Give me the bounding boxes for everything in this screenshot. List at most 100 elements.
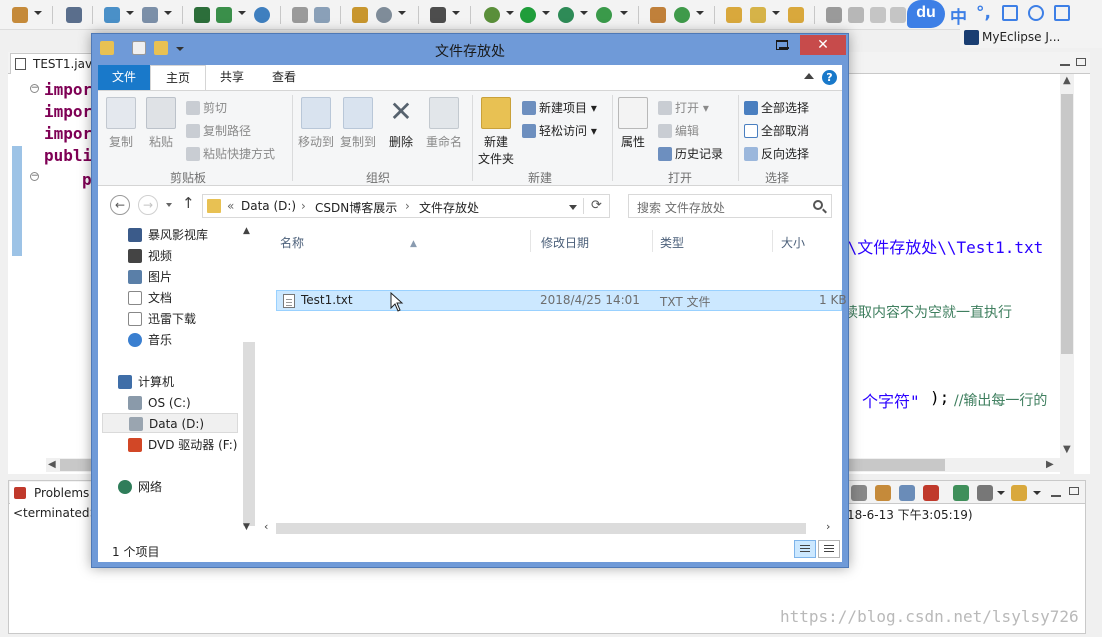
large-icons-view-button[interactable] bbox=[818, 540, 840, 558]
scroll-left-icon[interactable]: ‹ bbox=[264, 520, 268, 533]
nav-item-documents[interactable]: 文档 bbox=[128, 288, 172, 308]
perspective-switcher[interactable]: MyEclipse J... bbox=[960, 28, 1102, 48]
console-maximize-icon[interactable] bbox=[1069, 487, 1079, 495]
address-separator[interactable]: › bbox=[301, 199, 306, 213]
address-segment-drive[interactable]: Data (D:) bbox=[241, 199, 296, 213]
address-segment-folder[interactable]: 文件存放处 bbox=[419, 199, 479, 216]
search-input[interactable]: 搜索 文件存放处 bbox=[637, 199, 725, 216]
web-caret[interactable] bbox=[398, 11, 406, 15]
image-icon[interactable] bbox=[314, 7, 330, 23]
edit-button[interactable]: 编辑 bbox=[658, 122, 699, 139]
address-prefix[interactable]: « bbox=[227, 199, 234, 213]
run-external-icon[interactable] bbox=[558, 7, 574, 23]
globe-icon[interactable] bbox=[254, 7, 270, 23]
maximize-icon[interactable] bbox=[776, 40, 788, 50]
tab-home[interactable]: 主页 bbox=[150, 65, 206, 90]
file-list[interactable]: 名称 ▲ 修改日期 类型 大小 Test1.txt 2018/4/25 14:0… bbox=[260, 222, 847, 538]
cut-button[interactable]: 剪切 bbox=[186, 99, 227, 116]
run-caret[interactable] bbox=[542, 11, 550, 15]
new-item-button[interactable]: 新建项目 ▾ bbox=[522, 99, 597, 116]
camera-caret[interactable] bbox=[452, 11, 460, 15]
address-segment-csdn[interactable]: CSDN博客展示 bbox=[315, 199, 397, 216]
open-button[interactable]: 打开 ▾ bbox=[658, 99, 709, 116]
debug-caret[interactable] bbox=[506, 11, 514, 15]
tab-share[interactable]: 共享 bbox=[206, 65, 258, 90]
properties-button[interactable]: 属性 bbox=[616, 97, 650, 150]
column-type[interactable]: 类型 bbox=[660, 232, 770, 254]
new-wizard-icon[interactable] bbox=[12, 7, 28, 23]
scroll-thumb[interactable] bbox=[1061, 94, 1073, 354]
close-button[interactable]: ✕ bbox=[800, 35, 846, 55]
editor-vertical-scrollbar[interactable]: ▲ ▼ bbox=[1060, 74, 1074, 474]
console-lock-icon[interactable] bbox=[875, 485, 891, 501]
copy-button[interactable]: 复制 bbox=[104, 97, 138, 150]
address-bar[interactable]: « Data (D:) › CSDN博客展示 › 文件存放处 ⟳ bbox=[202, 194, 610, 218]
nav-item-video[interactable]: 视频 bbox=[128, 246, 172, 266]
scroll-right-icon[interactable]: › bbox=[826, 520, 830, 533]
designer-icon[interactable] bbox=[352, 7, 368, 23]
ime-grid-icon[interactable] bbox=[1054, 5, 1070, 21]
deploy-icon[interactable] bbox=[142, 7, 158, 23]
table-row[interactable]: Test1.txt 2018/4/25 14:01 TXT 文件 1 KB bbox=[276, 290, 847, 311]
run-icon[interactable] bbox=[520, 7, 536, 23]
fold-icon[interactable]: − bbox=[30, 84, 39, 93]
new-wizard-caret[interactable] bbox=[34, 11, 42, 15]
back-button[interactable]: ← bbox=[110, 195, 130, 215]
up-button[interactable]: ↑ bbox=[182, 194, 195, 212]
address-separator[interactable]: › bbox=[405, 199, 410, 213]
column-modified[interactable]: 修改日期 bbox=[541, 232, 651, 254]
deploy-caret[interactable] bbox=[164, 11, 172, 15]
list-horizontal-scrollbar[interactable]: ‹ › bbox=[260, 520, 842, 536]
ime-keyboard-icon[interactable] bbox=[1002, 5, 1018, 21]
delete-button[interactable]: ✕ 删除 bbox=[384, 97, 418, 150]
server-icon[interactable] bbox=[194, 7, 210, 23]
copy-to-button[interactable]: 复制到 bbox=[338, 97, 378, 150]
save-icon[interactable] bbox=[66, 7, 82, 23]
maximize-icon[interactable] bbox=[1076, 58, 1086, 66]
task-folder-icon[interactable] bbox=[788, 7, 804, 23]
new-folder-button[interactable]: 新建 文件夹 bbox=[476, 97, 516, 167]
open-folder-icon[interactable] bbox=[726, 7, 742, 23]
move-to-button[interactable]: 移动到 bbox=[296, 97, 336, 150]
search-box[interactable]: 搜索 文件存放处 bbox=[628, 194, 832, 218]
ime-punctuation[interactable]: °, bbox=[976, 3, 991, 23]
debug-icon[interactable] bbox=[484, 7, 500, 23]
console-minimize-icon[interactable] bbox=[1051, 489, 1061, 497]
build-caret[interactable] bbox=[126, 11, 134, 15]
easy-access-button[interactable]: 轻松访问 ▾ bbox=[522, 122, 597, 139]
copy-path-button[interactable]: 复制路径 bbox=[186, 122, 251, 139]
column-divider[interactable] bbox=[652, 230, 653, 252]
scroll-left-icon[interactable]: ◀ bbox=[48, 459, 56, 470]
console-display-caret[interactable] bbox=[997, 491, 1005, 495]
baidu-ime-logo[interactable]: du bbox=[907, 0, 945, 28]
run-server-icon[interactable] bbox=[216, 7, 232, 23]
scroll-up-icon[interactable]: ▲ bbox=[1063, 75, 1071, 86]
console-pin-icon[interactable] bbox=[899, 485, 915, 501]
scroll-thumb[interactable] bbox=[276, 523, 806, 534]
nav-item-xunlei[interactable]: 迅雷下载 bbox=[128, 309, 196, 329]
nav-item-os-drive[interactable]: OS (C:) bbox=[128, 393, 191, 413]
console-display-icon[interactable] bbox=[977, 485, 993, 501]
refresh-class-caret[interactable] bbox=[696, 11, 704, 15]
help-icon[interactable]: ? bbox=[822, 70, 837, 85]
explorer-title-bar[interactable]: 文件存放处 ✕ bbox=[92, 34, 848, 64]
nav-item-baofeng[interactable]: 暴风影视库 bbox=[128, 225, 208, 245]
nav-scrollbar[interactable]: ▲ ▼ bbox=[240, 222, 256, 538]
rename-button[interactable]: 重命名 bbox=[424, 97, 464, 150]
column-size[interactable]: 大小 bbox=[781, 232, 841, 254]
console-open-icon[interactable] bbox=[1011, 485, 1027, 501]
ime-user-icon[interactable] bbox=[1028, 5, 1044, 21]
problems-tab[interactable]: Problems bbox=[10, 482, 96, 504]
paste-shortcut-button[interactable]: 粘贴快捷方式 bbox=[186, 145, 275, 162]
nav-item-music[interactable]: 音乐 bbox=[128, 330, 172, 350]
console-new-icon[interactable] bbox=[953, 485, 969, 501]
tab-file[interactable]: 文件 bbox=[98, 65, 150, 90]
forward-button[interactable]: → bbox=[138, 195, 158, 215]
refresh-class-icon[interactable] bbox=[674, 7, 690, 23]
nav-item-data-drive[interactable]: Data (D:) bbox=[102, 413, 238, 433]
paste-button[interactable]: 粘贴 bbox=[144, 97, 178, 150]
layout-icon[interactable] bbox=[890, 7, 906, 23]
history-button[interactable]: 历史记录 bbox=[658, 145, 723, 162]
run-external-caret[interactable] bbox=[580, 11, 588, 15]
nav-item-pictures[interactable]: 图片 bbox=[128, 267, 172, 287]
